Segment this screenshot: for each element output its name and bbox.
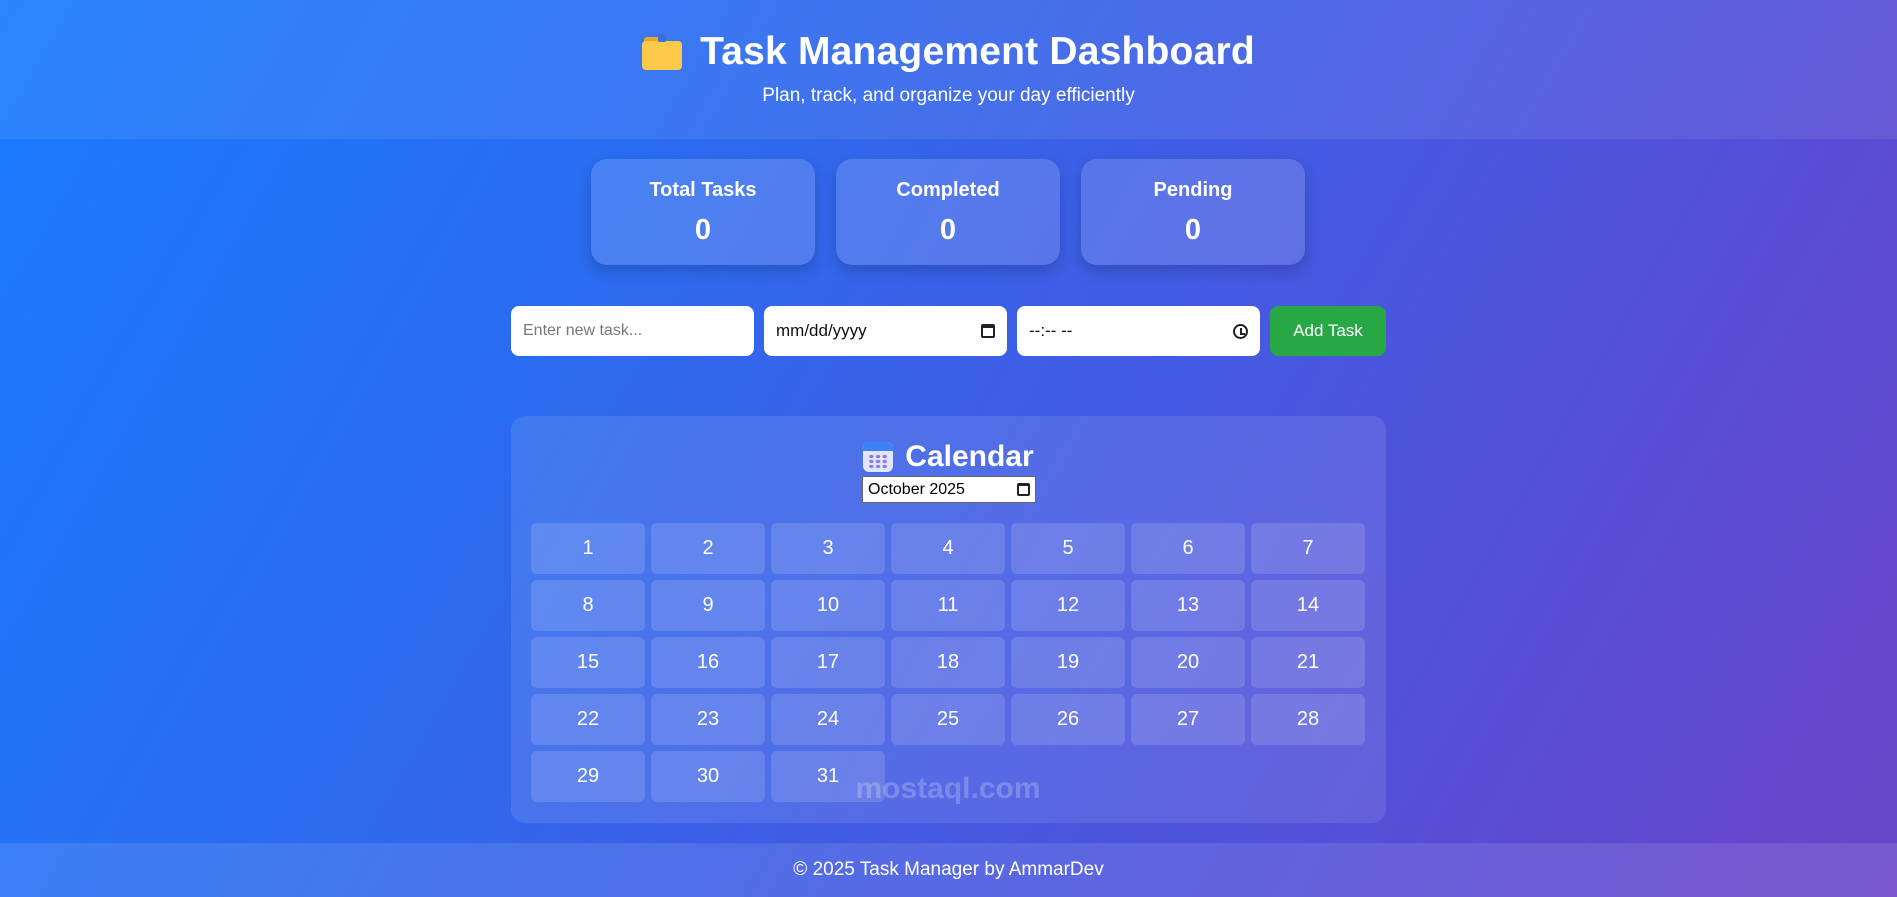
- header: Task Management Dashboard Plan, track, a…: [0, 0, 1897, 139]
- calendar-day[interactable]: 20: [1131, 637, 1245, 688]
- calendar-day[interactable]: 19: [1011, 637, 1125, 688]
- task-input-placeholder: Enter new task...: [523, 322, 643, 339]
- calendar-day[interactable]: 13: [1131, 580, 1245, 631]
- calendar-day[interactable]: 22: [531, 694, 645, 745]
- calendar-day[interactable]: 10: [771, 580, 885, 631]
- calendar-picker-icon[interactable]: [981, 324, 995, 338]
- calendar-panel: Calendar October 2025 1 2 3 4 5 6 7 8 9 10 11 12 13 1…: [511, 416, 1386, 823]
- footer: © 2025 Task Manager by AmmarDev: [0, 843, 1897, 897]
- calendar-day[interactable]: 12: [1011, 580, 1125, 631]
- footer-text: © 2025 Task Manager by AmmarDev: [793, 859, 1104, 880]
- calendar-grid: 1 2 3 4 5 6 7 8 9 10 11 12 13 14 15 16 17 18 19 20 21 22 23 24 2…: [531, 523, 1365, 802]
- calendar-day[interactable]: 9: [651, 580, 765, 631]
- calendar-day[interactable]: 30: [651, 751, 765, 802]
- stats-row: Total Tasks 0 Completed 0 Pending 0: [591, 159, 1305, 265]
- page-subtitle: Plan, track, and organize your day effic…: [762, 85, 1135, 106]
- stat-card-pending: Pending 0: [1081, 159, 1305, 265]
- calendar-day[interactable]: 24: [771, 694, 885, 745]
- watermark: mostaql.com: [855, 772, 1041, 805]
- calendar-header: Calendar: [511, 440, 1386, 474]
- page-title: Task Management Dashboard: [700, 30, 1255, 73]
- calendar-day[interactable]: 6: [1131, 523, 1245, 574]
- time-input[interactable]: --:-- --: [1017, 306, 1260, 356]
- calendar-day[interactable]: 18: [891, 637, 1005, 688]
- calendar-day[interactable]: 1: [531, 523, 645, 574]
- calendar-day[interactable]: 3: [771, 523, 885, 574]
- calendar-day[interactable]: 16: [651, 637, 765, 688]
- calendar-day[interactable]: 26: [1011, 694, 1125, 745]
- calendar-day[interactable]: 7: [1251, 523, 1365, 574]
- stat-value: 0: [939, 214, 957, 246]
- title-row: Task Management Dashboard: [0, 30, 1897, 74]
- time-input-value: --:-- --: [1029, 321, 1073, 340]
- calendar-day[interactable]: 2: [651, 523, 765, 574]
- calendar-day[interactable]: 27: [1131, 694, 1245, 745]
- calendar-day[interactable]: 25: [891, 694, 1005, 745]
- stat-label: Completed: [896, 179, 1000, 201]
- clock-icon[interactable]: [1233, 323, 1248, 339]
- month-picker-value: October 2025: [868, 480, 965, 498]
- calendar-day[interactable]: 4: [891, 523, 1005, 574]
- date-input[interactable]: mm/dd/yyyy: [764, 306, 1007, 356]
- calendar-day[interactable]: 17: [771, 637, 885, 688]
- stat-card-total: Total Tasks 0: [591, 159, 815, 265]
- folder-icon: [642, 34, 683, 70]
- calendar-picker-icon[interactable]: [1017, 483, 1030, 496]
- calendar-day[interactable]: 14: [1251, 580, 1365, 631]
- calendar-day[interactable]: 28: [1251, 694, 1365, 745]
- calendar-icon: [863, 442, 894, 472]
- add-task-button[interactable]: Add Task: [1270, 306, 1386, 356]
- calendar-day[interactable]: 11: [891, 580, 1005, 631]
- calendar-day[interactable]: 5: [1011, 523, 1125, 574]
- calendar-day[interactable]: 8: [531, 580, 645, 631]
- calendar-day[interactable]: 29: [531, 751, 645, 802]
- calendar-day[interactable]: 21: [1251, 637, 1365, 688]
- stat-card-completed: Completed 0: [836, 159, 1060, 265]
- stat-label: Pending: [1153, 179, 1233, 201]
- task-input[interactable]: Enter new task...: [511, 306, 754, 356]
- calendar-title: Calendar: [905, 440, 1034, 473]
- calendar-day[interactable]: 23: [651, 694, 765, 745]
- stat-value: 0: [694, 214, 712, 246]
- stat-value: 0: [1184, 214, 1202, 246]
- stat-label: Total Tasks: [649, 179, 757, 201]
- month-picker[interactable]: October 2025: [862, 476, 1036, 503]
- date-input-value: mm/dd/yyyy: [776, 321, 867, 340]
- calendar-day[interactable]: 15: [531, 637, 645, 688]
- add-task-form: Enter new task... mm/dd/yyyy --:-- -- Ad…: [511, 306, 1386, 356]
